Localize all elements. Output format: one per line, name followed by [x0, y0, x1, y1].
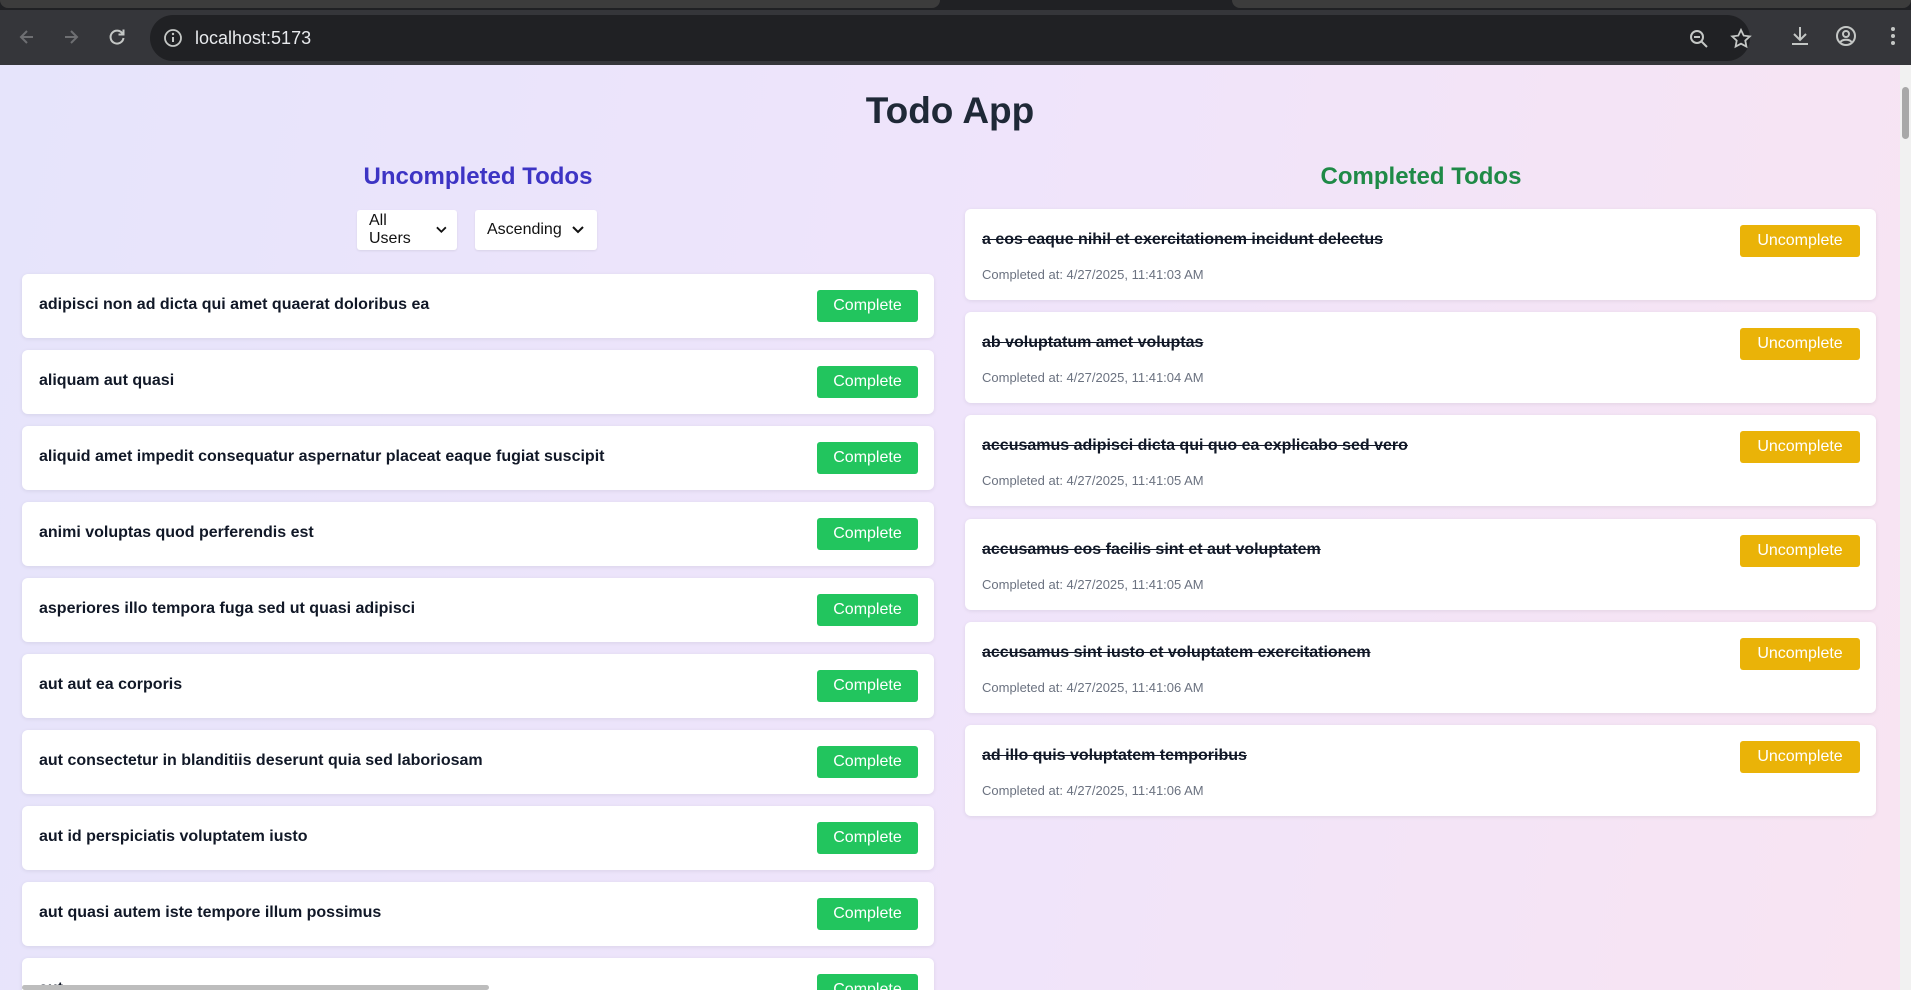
todo-title: aut id perspiciatis voluptatem iusto [39, 828, 308, 845]
profile-icon[interactable] [1833, 23, 1859, 49]
filter-bar: All Users Ascending [357, 210, 597, 250]
page-viewport: Todo App Uncompleted Todos Completed Tod… [0, 65, 1900, 990]
zoom-icon[interactable] [1687, 27, 1711, 51]
arrow-left-icon [19, 30, 33, 44]
vertical-scrollbar[interactable] [1900, 65, 1911, 990]
site-info-icon[interactable] [162, 27, 184, 49]
completed-timestamp: Completed at: 4/27/2025, 11:41:04 AM [982, 370, 1204, 385]
todo-item: animi voluptas quod perferendis est Comp… [22, 502, 934, 566]
todo-title: animi voluptas quod perferendis est [39, 524, 314, 541]
todo-title: adipisci non ad dicta qui amet quaerat d… [39, 296, 430, 313]
completed-todo-title: accusamus sint iusto et voluptatem exerc… [982, 644, 1371, 661]
uncomplete-button[interactable]: Uncomplete [1740, 225, 1860, 257]
complete-button[interactable]: Complete [817, 366, 918, 398]
todo-item: aut id perspiciatis voluptatem iusto Com… [22, 806, 934, 870]
completed-todo-title: accusamus eos facilis sint et aut volupt… [982, 541, 1321, 558]
browser-tab[interactable] [0, 0, 940, 8]
arrow-right-icon [65, 30, 79, 44]
completed-todo-item: a eos eaque nihil et exercitationem inci… [965, 209, 1876, 300]
completed-todo-item: accusamus adipisci dicta qui quo ea expl… [965, 415, 1876, 506]
todo-title: aut quasi autem iste tempore illum possi… [39, 904, 382, 921]
completed-todo-item: ad illo quis voluptatem temporibus Compl… [965, 725, 1876, 816]
uncomplete-button[interactable]: Uncomplete [1740, 328, 1860, 360]
completed-heading: Completed Todos [1320, 163, 1522, 190]
completed-todo-item: ab voluptatum amet voluptas Completed at… [965, 312, 1876, 403]
completed-timestamp: Completed at: 4/27/2025, 11:41:06 AM [982, 680, 1204, 695]
completed-timestamp: Completed at: 4/27/2025, 11:41:06 AM [982, 783, 1204, 798]
todo-title: asperiores illo tempora fuga sed ut quas… [39, 600, 416, 617]
scrollbar-thumb[interactable] [1902, 87, 1909, 139]
complete-button[interactable]: Complete [817, 822, 918, 854]
todo-title: aliquam aut quasi [39, 372, 175, 389]
sort-order-value: Ascending [487, 221, 562, 238]
complete-button[interactable]: Complete [817, 290, 918, 322]
completed-todo-title: a eos eaque nihil et exercitationem inci… [982, 231, 1383, 248]
complete-button[interactable]: Complete [817, 442, 918, 474]
menu-dots-icon[interactable] [1880, 23, 1906, 49]
uncomplete-button[interactable]: Uncomplete [1740, 741, 1860, 773]
reload-icon [109, 29, 125, 45]
browser-toolbar: localhost:5173 [0, 10, 1911, 65]
completed-todo-title: ab voluptatum amet voluptas [982, 334, 1204, 351]
sort-order-select[interactable]: Ascending [475, 210, 597, 250]
completed-todo-title: accusamus adipisci dicta qui quo ea expl… [982, 437, 1408, 454]
chevron-down-icon [572, 226, 584, 234]
chevron-down-icon [436, 226, 447, 234]
completed-todo-item: accusamus sint iusto et voluptatem exerc… [965, 622, 1876, 713]
reload-button[interactable] [102, 22, 132, 52]
completed-todo-item: accusamus eos facilis sint et aut volupt… [965, 519, 1876, 610]
complete-button[interactable]: Complete [817, 518, 918, 550]
complete-button[interactable]: Complete [817, 974, 918, 990]
horizontal-scrollbar[interactable] [22, 985, 489, 990]
completed-timestamp: Completed at: 4/27/2025, 11:41:03 AM [982, 267, 1204, 282]
todo-item: adipisci non ad dicta qui amet quaerat d… [22, 274, 934, 338]
todo-title: aut consectetur in blanditiis deserunt q… [39, 752, 483, 769]
uncompleted-heading: Uncompleted Todos [363, 163, 593, 190]
browser-tab[interactable] [1232, 0, 1911, 8]
uncomplete-button[interactable]: Uncomplete [1740, 638, 1860, 670]
uncomplete-button[interactable]: Uncomplete [1740, 431, 1860, 463]
user-filter-value: All Users [369, 212, 411, 247]
completed-timestamp: Completed at: 4/27/2025, 11:41:05 AM [982, 577, 1204, 592]
todo-item: aliquam aut quasi Complete [22, 350, 934, 414]
todo-item: aut quasi autem iste tempore illum possi… [22, 882, 934, 946]
todo-item: aut aut ea corporis Complete [22, 654, 934, 718]
page-title: Todo App [865, 90, 1035, 131]
bookmark-star-icon[interactable] [1729, 27, 1753, 51]
download-icon[interactable] [1787, 23, 1813, 49]
complete-button[interactable]: Complete [817, 746, 918, 778]
todo-title: aut aut ea corporis [39, 676, 183, 693]
completed-timestamp: Completed at: 4/27/2025, 11:41:05 AM [982, 473, 1204, 488]
complete-button[interactable]: Complete [817, 670, 918, 702]
user-filter-select[interactable]: All Users [357, 210, 457, 250]
completed-todo-title: ad illo quis voluptatem temporibus [982, 747, 1247, 764]
todo-item: aut consectetur in blanditiis deserunt q… [22, 730, 934, 794]
uncomplete-button[interactable]: Uncomplete [1740, 535, 1860, 567]
url-text[interactable]: localhost:5173 [195, 28, 311, 49]
complete-button[interactable]: Complete [817, 594, 918, 626]
todo-item: asperiores illo tempora fuga sed ut quas… [22, 578, 934, 642]
address-bar[interactable]: localhost:5173 [150, 15, 1753, 61]
todo-item: aliquid amet impedit consequatur asperna… [22, 426, 934, 490]
todo-title: aliquid amet impedit consequatur asperna… [39, 448, 605, 465]
back-button[interactable] [12, 22, 42, 52]
complete-button[interactable]: Complete [817, 898, 918, 930]
forward-button[interactable] [56, 22, 86, 52]
